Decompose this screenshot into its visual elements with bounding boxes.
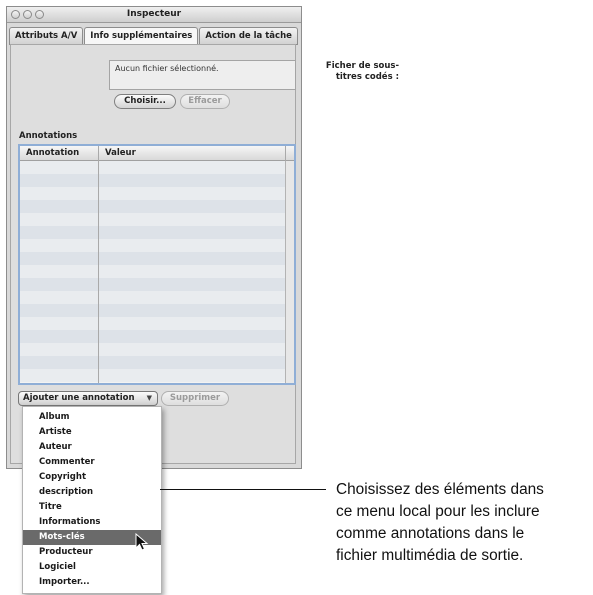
- table-row[interactable]: [20, 213, 285, 226]
- menu-item-comment[interactable]: Commenter: [23, 455, 161, 470]
- table-row[interactable]: [20, 200, 285, 213]
- vertical-scrollbar[interactable]: [285, 161, 294, 383]
- column-divider: [98, 146, 99, 383]
- column-header-value[interactable]: Valeur: [105, 148, 136, 158]
- subtitle-file-field: Aucun fichier sélectionné.: [109, 60, 296, 90]
- clear-button[interactable]: Effacer: [180, 94, 230, 109]
- table-header: Annotation Valeur: [20, 146, 294, 161]
- choose-button[interactable]: Choisir...: [114, 94, 176, 109]
- table-row[interactable]: [20, 330, 285, 343]
- table-row[interactable]: [20, 369, 285, 382]
- table-row[interactable]: [20, 174, 285, 187]
- window-title: Inspecteur: [126, 9, 182, 19]
- menu-item-copyright[interactable]: Copyright: [23, 470, 161, 485]
- chevron-down-icon: ▼: [146, 394, 152, 402]
- menu-item-software[interactable]: Logiciel: [23, 560, 161, 575]
- menu-item-importer[interactable]: Importer...: [23, 575, 161, 590]
- remove-button[interactable]: Supprimer: [161, 391, 229, 406]
- annotations-table[interactable]: Annotation Valeur: [18, 144, 296, 385]
- table-row[interactable]: [20, 265, 285, 278]
- mouse-pointer-icon: [135, 533, 149, 551]
- table-row[interactable]: [20, 161, 285, 174]
- table-row[interactable]: [20, 278, 285, 291]
- tab-additional-info[interactable]: Info supplémentaires: [84, 27, 199, 45]
- callout-line-2: ce menu local pour les inclure: [336, 503, 540, 520]
- callout-line-3: comme annotations dans le: [336, 525, 525, 542]
- title-bar[interactable]: Inspecteur: [7, 7, 301, 23]
- callout-line-4: fichier multimédia de sortie.: [336, 547, 524, 564]
- menu-item-title[interactable]: Titre: [23, 500, 161, 515]
- tab-bar: Attributs A/V Info supplémentaires Actio…: [9, 27, 299, 45]
- table-row[interactable]: [20, 304, 285, 317]
- table-row[interactable]: [20, 356, 285, 369]
- table-row[interactable]: [20, 291, 285, 304]
- add-annotation-label: Ajouter une annotation: [23, 393, 135, 403]
- menu-item-album[interactable]: Album: [23, 410, 161, 425]
- table-row[interactable]: [20, 239, 285, 252]
- add-annotation-popup[interactable]: Ajouter une annotation ▼: [18, 391, 158, 406]
- menu-item-description[interactable]: description: [23, 485, 161, 500]
- callout-line: [160, 489, 326, 490]
- tab-job-action[interactable]: Action de la tâche: [199, 27, 298, 45]
- subtitle-label-line1: Ficher de sous-: [325, 61, 399, 71]
- annotation-menu: Album Artiste Auteur Commenter Copyright…: [22, 406, 162, 594]
- table-row[interactable]: [20, 252, 285, 265]
- callout-line-1: Choisissez des éléments dans: [336, 481, 544, 498]
- table-row[interactable]: [20, 226, 285, 239]
- annotations-label: Annotations: [19, 131, 78, 141]
- table-row[interactable]: [20, 343, 285, 356]
- menu-item-artist[interactable]: Artiste: [23, 425, 161, 440]
- menu-item-information[interactable]: Informations: [23, 515, 161, 530]
- subtitle-label-line2: titres codés :: [335, 72, 399, 82]
- column-divider: [285, 146, 286, 161]
- table-row[interactable]: [20, 187, 285, 200]
- table-body: [20, 161, 285, 383]
- subtitle-file-label: Ficher de sous- titres codés :: [326, 61, 399, 83]
- menu-item-author[interactable]: Auteur: [23, 440, 161, 455]
- callout-text: Choisissez des éléments dans ce menu loc…: [336, 479, 593, 567]
- table-row[interactable]: [20, 317, 285, 330]
- column-header-annotation[interactable]: Annotation: [26, 148, 79, 158]
- tab-av-attributes[interactable]: Attributs A/V: [9, 27, 84, 45]
